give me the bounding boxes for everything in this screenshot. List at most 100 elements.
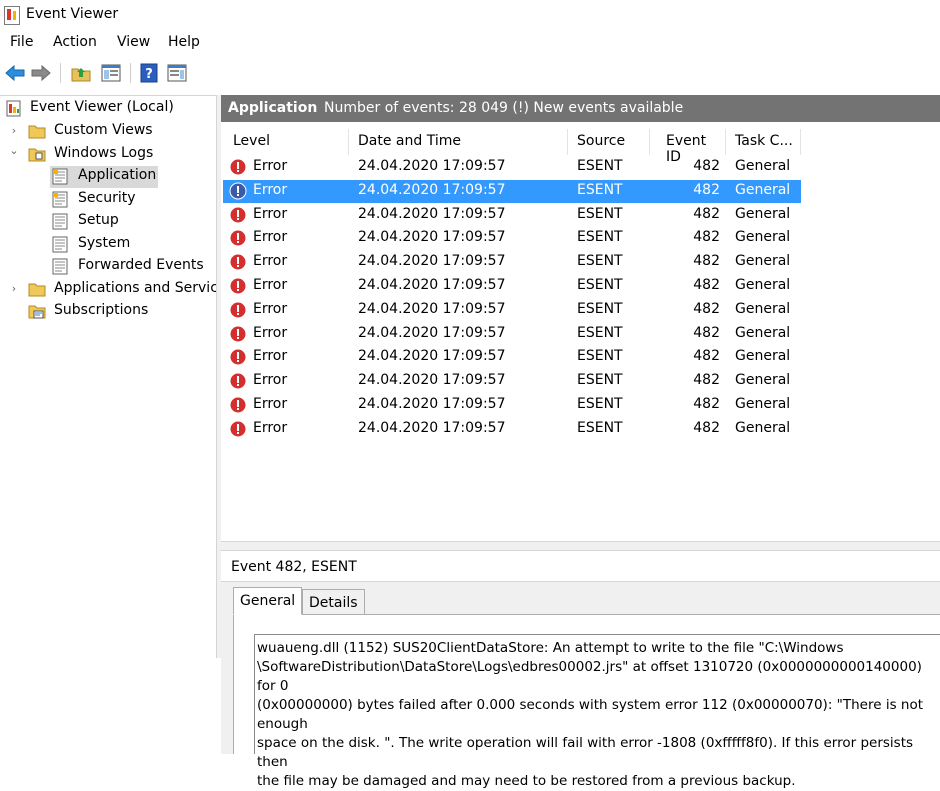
- cell-task-category: General: [735, 181, 791, 198]
- cell-source: ESENT: [577, 396, 623, 412]
- error-icon: [229, 206, 247, 224]
- cell-level: Error: [253, 253, 288, 270]
- error-icon: [229, 420, 247, 438]
- tree-node-setup[interactable]: Setup: [50, 211, 210, 233]
- cell-date-time: 24.04.2020 17:09:57: [358, 253, 506, 270]
- table-row[interactable]: Error 24.04.2020 17:09:57 ESENT 482 General: [223, 179, 801, 203]
- table-row[interactable]: Error 24.04.2020 17:09:57 ESENT 482 General: [223, 394, 801, 417]
- log-icon: [52, 236, 69, 253]
- event-description-box[interactable]: wuaueng.dll (1152) SUS20ClientDataStore:…: [254, 634, 940, 789]
- column-header-event-id[interactable]: Event ID: [650, 129, 726, 165]
- tree-node-windows-logs[interactable]: ⌄ Windows Logs: [0, 144, 216, 166]
- help-icon[interactable]: ?: [138, 62, 160, 84]
- results-pane: Application Number of events: 28 049 (!)…: [221, 95, 940, 789]
- table-row[interactable]: Error 24.04.2020 17:09:57 ESENT 482 General: [223, 156, 801, 179]
- cell-event-id: 482: [693, 396, 720, 412]
- table-row[interactable]: Error 24.04.2020 17:09:57 ESENT 482 General: [223, 346, 801, 369]
- table-row[interactable]: Error 24.04.2020 17:09:57 ESENT 482 General: [223, 323, 801, 346]
- error-icon: [229, 158, 247, 176]
- up-folder-icon[interactable]: [70, 62, 92, 84]
- tree-node-subscriptions[interactable]: Subscriptions: [0, 301, 216, 323]
- cell-event-id: 482: [693, 300, 720, 317]
- column-header-date-and-time[interactable]: Date and Time: [349, 129, 568, 155]
- menu-file[interactable]: File: [10, 34, 33, 50]
- window-title: Event Viewer: [26, 6, 119, 22]
- cell-source: ESENT: [577, 372, 623, 389]
- toolbar-separator: [60, 63, 61, 83]
- cell-level: Error: [253, 348, 288, 365]
- tree-node-forwarded-events[interactable]: Forwarded Events: [50, 256, 216, 278]
- cell-source: ESENT: [577, 277, 623, 293]
- chevron-right-icon[interactable]: ›: [8, 283, 20, 295]
- folder-icon: [28, 146, 46, 163]
- event-count-status: Number of events: 28 049 (!) New events …: [324, 100, 684, 116]
- cell-level: Error: [253, 419, 288, 436]
- folder-icon: [28, 281, 46, 298]
- table-row[interactable]: Error 24.04.2020 17:09:57 ESENT 482 General: [223, 275, 801, 298]
- cell-date-time: 24.04.2020 17:09:57: [358, 229, 506, 246]
- cell-event-id: 482: [693, 348, 720, 365]
- cell-source: ESENT: [577, 348, 623, 365]
- table-row[interactable]: Error 24.04.2020 17:09:57 ESENT 482 General: [223, 418, 801, 441]
- tree-node-custom-views[interactable]: › Custom Views: [0, 121, 216, 143]
- cell-source: ESENT: [577, 181, 623, 198]
- chevron-right-icon[interactable]: ›: [8, 125, 20, 137]
- folder-icon: [28, 123, 46, 140]
- cell-event-id: 482: [693, 277, 720, 293]
- cell-task-category: General: [735, 372, 791, 389]
- cell-source: ESENT: [577, 324, 623, 341]
- cell-level: Error: [253, 300, 288, 317]
- menu-action[interactable]: Action: [53, 34, 97, 50]
- tree-node-event-viewer-local[interactable]: Event Viewer (Local): [0, 98, 216, 120]
- cell-source: ESENT: [577, 205, 623, 222]
- forward-arrow-icon[interactable]: [30, 62, 52, 84]
- cell-date-time: 24.04.2020 17:09:57: [358, 181, 506, 198]
- tree-node-system[interactable]: System: [50, 234, 210, 256]
- cell-date-time: 24.04.2020 17:09:57: [358, 277, 506, 293]
- table-row[interactable]: Error 24.04.2020 17:09:57 ESENT 482 General: [223, 370, 801, 393]
- cell-date-time: 24.04.2020 17:09:57: [358, 372, 506, 389]
- cell-date-time: 24.04.2020 17:09:57: [358, 419, 506, 436]
- table-row[interactable]: Error 24.04.2020 17:09:57 ESENT 482 General: [223, 204, 801, 227]
- menu-help[interactable]: Help: [168, 34, 200, 50]
- subscriptions-icon: [28, 303, 46, 320]
- cell-source: ESENT: [577, 300, 623, 317]
- cell-date-time: 24.04.2020 17:09:57: [358, 205, 506, 222]
- menu-view[interactable]: View: [117, 34, 150, 50]
- cell-event-id: 482: [693, 253, 720, 270]
- log-icon: [52, 168, 69, 185]
- cell-date-time: 24.04.2020 17:09:57: [358, 300, 506, 317]
- log-header: Application Number of events: 28 049 (!)…: [221, 95, 940, 122]
- tab-general[interactable]: General: [233, 587, 303, 615]
- table-row[interactable]: Error 24.04.2020 17:09:57 ESENT 482 General: [223, 299, 801, 322]
- cell-task-category: General: [735, 324, 791, 341]
- cell-level: Error: [253, 205, 288, 222]
- error-icon: [229, 182, 247, 200]
- error-icon: [229, 396, 247, 414]
- console-tree: Event Viewer (Local) › Custom Views ⌄ Wi…: [0, 95, 216, 659]
- column-header-level[interactable]: Level: [223, 129, 349, 155]
- chevron-down-icon[interactable]: ⌄: [8, 145, 20, 157]
- cell-level: Error: [253, 324, 288, 341]
- table-row[interactable]: Error 24.04.2020 17:09:57 ESENT 482 General: [223, 251, 801, 274]
- table-row[interactable]: Error 24.04.2020 17:09:57 ESENT 482 General: [223, 227, 801, 250]
- column-header-source[interactable]: Source: [568, 129, 650, 155]
- error-icon: [229, 325, 247, 343]
- cell-date-time: 24.04.2020 17:09:57: [358, 158, 506, 174]
- cell-level: Error: [253, 229, 288, 246]
- tree-node-security[interactable]: Security: [50, 189, 210, 211]
- show-hide-console-tree-icon[interactable]: [100, 62, 122, 84]
- tree-node-application[interactable]: Application: [50, 166, 158, 188]
- event-viewer-icon: [6, 100, 23, 117]
- tree-node-applications-and-services-logs[interactable]: › Applications and Services Logs: [0, 279, 216, 301]
- tab-details[interactable]: Details: [302, 589, 365, 615]
- back-arrow-icon[interactable]: [4, 62, 26, 84]
- column-header-task-category[interactable]: Task C...: [726, 129, 801, 155]
- cell-event-id: 482: [693, 229, 720, 246]
- show-hide-action-pane-icon[interactable]: [166, 62, 188, 84]
- cell-event-id: 482: [693, 324, 720, 341]
- log-icon: [52, 191, 69, 208]
- menu-bar: File Action View Help: [0, 32, 940, 56]
- event-viewer-app-icon: [4, 6, 20, 25]
- horizontal-splitter[interactable]: [221, 541, 940, 551]
